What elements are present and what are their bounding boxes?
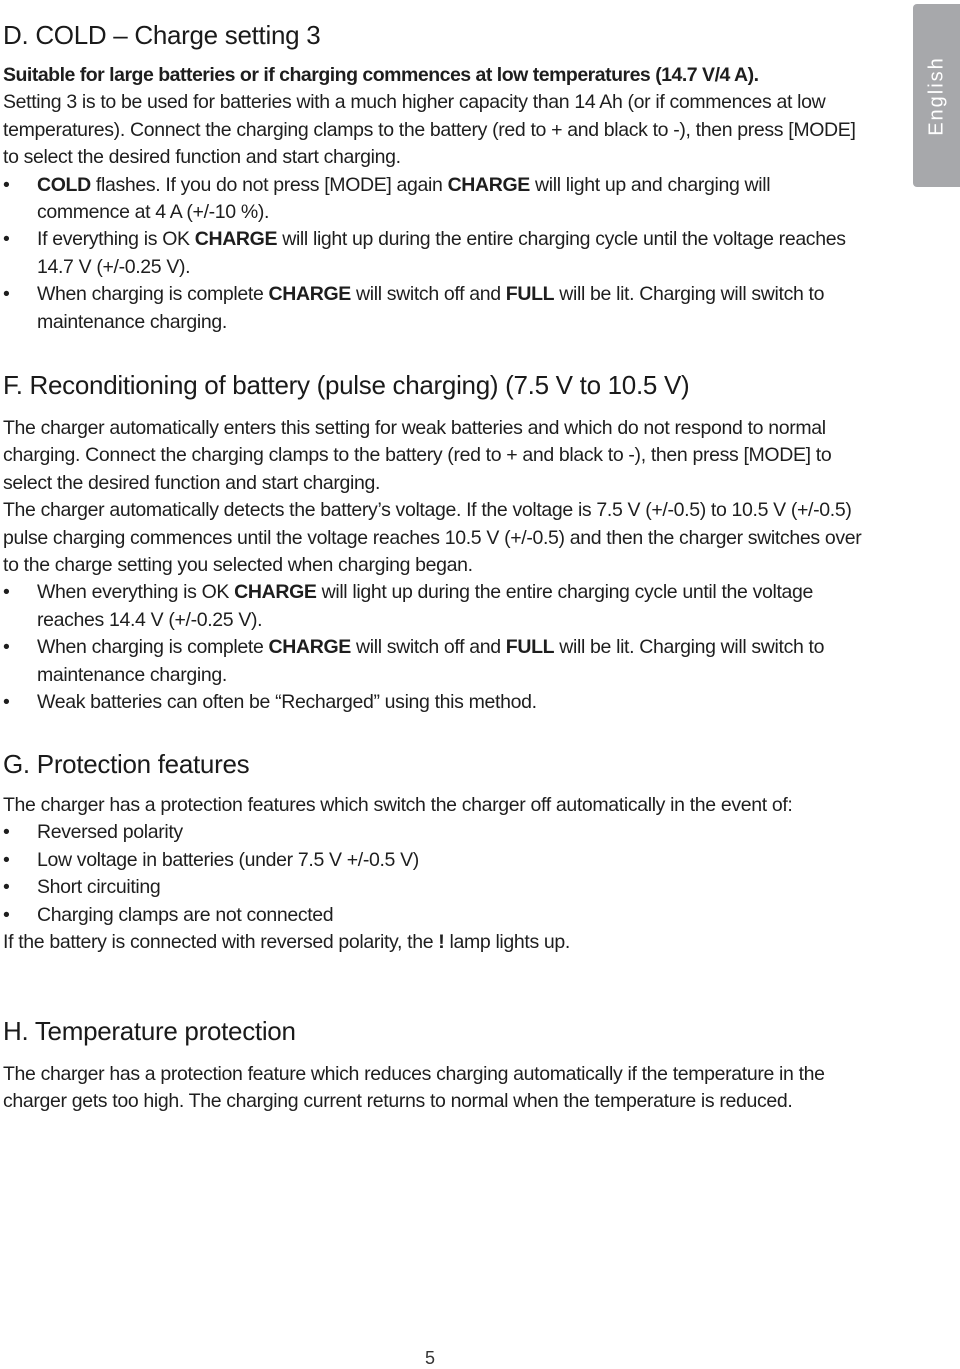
section-f-heading: F. Reconditioning of battery (pulse char… xyxy=(3,370,690,400)
bullet-icon: • xyxy=(3,283,10,306)
list-item: • Weak batteries can often be “Recharged”… xyxy=(3,689,863,716)
section-g-intro: The charger has a protection features wh… xyxy=(3,794,793,816)
list-item: • COLD flashes. If you do not press [MODE… xyxy=(3,173,771,224)
list-item: • Charging clamps are not connected xyxy=(3,902,863,929)
bullet-icon: • xyxy=(3,581,10,604)
list-item: • When charging is complete CHARGE will s… xyxy=(3,636,825,686)
bullet-icon: • xyxy=(3,821,10,844)
section-f-bullets: • When everything is OK CHARGE will light… xyxy=(3,579,863,716)
bullet-icon: • xyxy=(3,876,10,899)
bullet-icon: • xyxy=(3,173,10,196)
list-item: • If everything is OK CHARGE will light u… xyxy=(3,228,846,278)
bullet-icon: • xyxy=(3,228,10,251)
language-tab: English xyxy=(913,4,960,187)
bullet-icon: • xyxy=(3,903,10,926)
section-d-body: Suitable for large batteries or if charg… xyxy=(3,62,863,336)
list-item: • When everything is OK CHARGE will light… xyxy=(3,581,814,631)
section-d-intro: Setting 3 is to be used for batteries wi… xyxy=(3,91,856,169)
page-number: 5 xyxy=(424,1348,435,1368)
section-g-bullets: • Reversed polarity • Low voltage in batte… xyxy=(3,819,863,929)
section-f-body: The charger automatically enters this se… xyxy=(3,415,863,716)
section-h-text: The charger has a protection feature whi… xyxy=(3,1063,825,1113)
section-d-heading: D. COLD – Charge setting 3 xyxy=(3,20,321,50)
language-tab-label: English xyxy=(925,55,947,136)
section-h-body: The charger has a protection feature whi… xyxy=(3,1061,863,1116)
section-h-heading: H. Temperature protection xyxy=(3,1016,296,1046)
section-f-intro-2: The charger automatically detects the ba… xyxy=(3,499,862,577)
section-d-bullets: • COLD flashes. If you do not press [MODE… xyxy=(3,172,863,336)
list-item: • Short circuiting xyxy=(3,874,863,901)
bullet-icon: • xyxy=(3,691,10,714)
section-g-heading: G. Protection features xyxy=(3,749,250,779)
list-item: • Low voltage in batteries (under 7.5 V +… xyxy=(3,847,863,874)
section-g-outro: If the battery is connected with reverse… xyxy=(3,931,570,954)
section-f-intro: The charger automatically enters this se… xyxy=(3,417,832,494)
bullet-icon: • xyxy=(3,636,10,659)
section-d-lead: Suitable for large batteries or if charg… xyxy=(3,64,759,86)
section-g-body: The charger has a protection features wh… xyxy=(3,792,863,956)
list-item: • When charging is complete CHARGE will s… xyxy=(3,283,825,333)
list-item: • Reversed polarity xyxy=(3,819,863,846)
bullet-icon: • xyxy=(3,848,10,871)
